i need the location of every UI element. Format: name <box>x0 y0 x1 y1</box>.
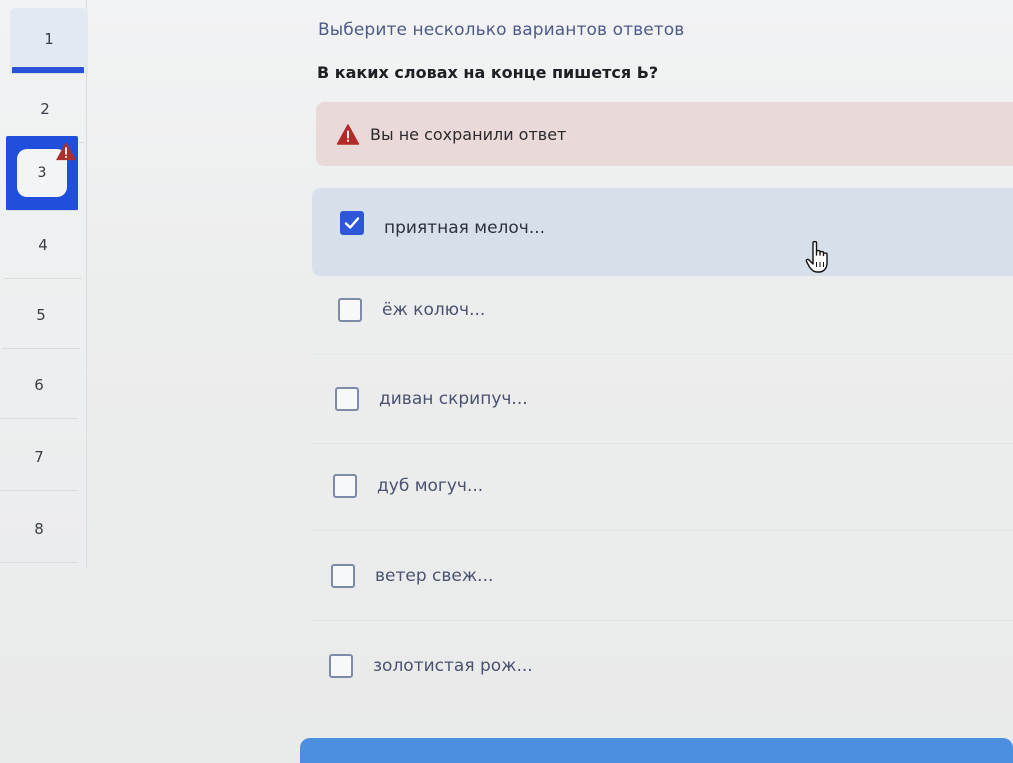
answer-option-2[interactable]: ёж колюч... <box>312 266 1013 355</box>
answer-option-label: диван скрипуч... <box>379 389 528 409</box>
warning-triangle-icon <box>56 141 76 161</box>
nav-question-3-active[interactable]: 3 <box>6 136 78 211</box>
answer-option-1[interactable]: приятная мелоч... <box>312 188 1013 276</box>
nav-question-1-label: 1 <box>44 30 54 48</box>
answer-option-label: приятная мелоч... <box>384 218 546 238</box>
nav-question-2-label: 2 <box>40 100 50 118</box>
answer-option-label: ветер свеж... <box>375 566 494 586</box>
answer-option-label: дуб могуч... <box>377 476 484 496</box>
nav-question-3-box: 3 <box>17 141 76 197</box>
nav-question-7[interactable]: 7 <box>0 424 78 491</box>
answer-option-label: ёж колюч... <box>382 300 486 320</box>
nav-question-1[interactable]: 1 <box>10 8 88 74</box>
nav-question-6-label: 6 <box>34 376 44 394</box>
alert-text: Вы не сохранили ответ <box>370 124 567 144</box>
answer-option-label: золотистая рож... <box>373 656 533 676</box>
answer-instruction: Выберите несколько вариантов ответов <box>318 20 685 40</box>
checkbox-unchecked[interactable] <box>335 387 359 411</box>
unsaved-answer-alert: Вы не сохранили ответ <box>316 102 1013 166</box>
answer-option-5[interactable]: ветер свеж... <box>312 532 1013 621</box>
nav-question-5-label: 5 <box>36 306 46 324</box>
nav-question-8[interactable]: 8 <box>0 496 78 563</box>
checkbox-checked[interactable] <box>340 211 364 235</box>
checkbox-unchecked[interactable] <box>331 564 355 588</box>
question-text: В каких словах на конце пишется Ь? <box>317 63 659 82</box>
nav-question-4[interactable]: 4 <box>4 212 82 279</box>
answer-option-6[interactable]: золотистая рож... <box>312 622 1013 710</box>
nav-question-2[interactable]: 2 <box>6 76 84 143</box>
warning-triangle-icon <box>336 123 360 145</box>
nav-question-7-label: 7 <box>34 448 44 466</box>
answer-option-3[interactable]: диван скрипуч... <box>312 355 1013 444</box>
save-answer-button[interactable] <box>300 738 1013 763</box>
question-navigator: 1 2 3 4 5 6 7 8 <box>0 0 88 568</box>
answer-option-4[interactable]: дуб могуч... <box>312 442 1013 531</box>
nav-question-1-progress-bar <box>12 67 84 74</box>
nav-question-8-label: 8 <box>34 520 44 538</box>
nav-question-5[interactable]: 5 <box>2 282 80 349</box>
nav-question-4-label: 4 <box>38 236 48 254</box>
checkmark-icon <box>344 217 360 229</box>
checkbox-unchecked[interactable] <box>329 654 353 678</box>
nav-question-3-label: 3 <box>37 165 47 181</box>
nav-question-6[interactable]: 6 <box>0 352 78 419</box>
hand-cursor-icon <box>805 240 828 273</box>
checkbox-unchecked[interactable] <box>338 298 362 322</box>
checkbox-unchecked[interactable] <box>333 474 357 498</box>
